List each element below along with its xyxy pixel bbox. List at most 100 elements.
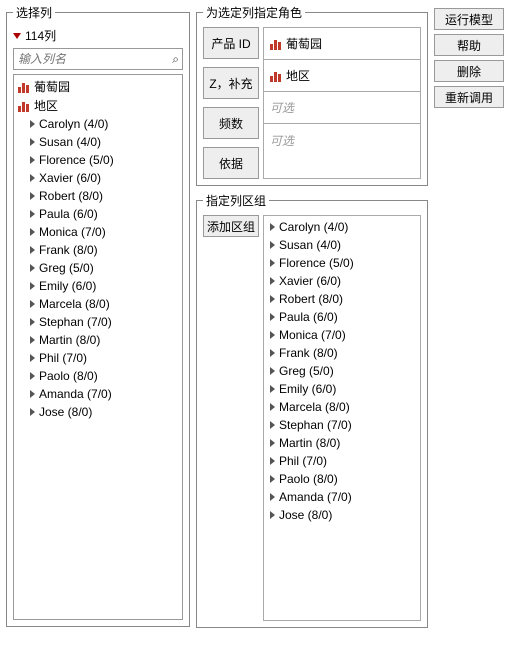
column-item[interactable]: Susan (4/0) xyxy=(16,133,180,151)
group-item-label: Greg (5/0) xyxy=(279,362,334,380)
group-item-label: Amanda (7/0) xyxy=(279,488,352,506)
expand-triangle-icon xyxy=(30,390,35,398)
group-item[interactable]: Carolyn (4/0) xyxy=(266,218,418,236)
group-item-label: Stephan (7/0) xyxy=(279,416,352,434)
expand-triangle-icon xyxy=(270,511,275,519)
column-item[interactable]: Xavier (6/0) xyxy=(16,169,180,187)
product-id-slot[interactable]: 葡萄园 xyxy=(264,28,420,60)
expand-triangle-icon xyxy=(270,259,275,267)
by-slot[interactable]: 可选 xyxy=(264,124,420,156)
column-count-dropdown[interactable]: 114列 xyxy=(13,27,183,44)
z-supplement-slot[interactable]: 地区 xyxy=(264,60,420,92)
column-item-label: Martin (8/0) xyxy=(39,331,100,349)
column-item[interactable]: Frank (8/0) xyxy=(16,241,180,259)
group-item-label: Martin (8/0) xyxy=(279,434,340,452)
column-item[interactable]: Jose (8/0) xyxy=(16,403,180,421)
column-item[interactable]: Emily (6/0) xyxy=(16,277,180,295)
column-item-label: Paolo (8/0) xyxy=(39,367,98,385)
bar-chart-icon xyxy=(270,38,282,50)
column-item-label: Greg (5/0) xyxy=(39,259,94,277)
group-item[interactable]: Stephan (7/0) xyxy=(266,416,418,434)
by-button[interactable]: 依据 xyxy=(203,147,259,179)
group-item[interactable]: Monica (7/0) xyxy=(266,326,418,344)
column-item[interactable]: Stephan (7/0) xyxy=(16,313,180,331)
column-item-label: Susan (4/0) xyxy=(39,133,101,151)
z-supplement-button[interactable]: Z，补充 xyxy=(203,67,259,99)
select-columns-panel: 选择列 114列 ⌕ 葡萄园地区Carolyn (4/0)Susan (4/0)… xyxy=(6,4,190,627)
expand-triangle-icon xyxy=(30,210,35,218)
delete-button[interactable]: 删除 xyxy=(434,60,504,82)
group-item-label: Paula (6/0) xyxy=(279,308,338,326)
group-item-label: Phil (7/0) xyxy=(279,452,327,470)
column-item[interactable]: Paolo (8/0) xyxy=(16,367,180,385)
group-item[interactable]: Paolo (8/0) xyxy=(266,470,418,488)
column-group-label: 地区 xyxy=(34,97,58,114)
frequency-button[interactable]: 频数 xyxy=(203,107,259,139)
expand-triangle-icon xyxy=(270,277,275,285)
column-item[interactable]: Greg (5/0) xyxy=(16,259,180,277)
column-item[interactable]: Carolyn (4/0) xyxy=(16,115,180,133)
group-item[interactable]: Amanda (7/0) xyxy=(266,488,418,506)
column-item[interactable]: Marcela (8/0) xyxy=(16,295,180,313)
column-item[interactable]: Paula (6/0) xyxy=(16,205,180,223)
group-item[interactable]: Greg (5/0) xyxy=(266,362,418,380)
run-model-button[interactable]: 运行模型 xyxy=(434,8,504,30)
group-item[interactable]: Frank (8/0) xyxy=(266,344,418,362)
expand-triangle-icon xyxy=(30,282,35,290)
search-input[interactable] xyxy=(13,48,183,70)
column-item-label: Jose (8/0) xyxy=(39,403,92,421)
roles-title: 为选定列指定角色 xyxy=(203,4,305,21)
group-item-label: Susan (4/0) xyxy=(279,236,341,254)
expand-triangle-icon xyxy=(270,403,275,411)
group-panel: 指定列区组 添加区组 Carolyn (4/0)Susan (4/0)Flore… xyxy=(196,192,428,628)
column-group-header[interactable]: 葡萄园 xyxy=(16,77,180,96)
group-item-label: Robert (8/0) xyxy=(279,290,343,308)
group-item-label: Paolo (8/0) xyxy=(279,470,338,488)
column-item[interactable]: Robert (8/0) xyxy=(16,187,180,205)
column-item[interactable]: Florence (5/0) xyxy=(16,151,180,169)
column-group-header[interactable]: 地区 xyxy=(16,96,180,115)
group-item[interactable]: Susan (4/0) xyxy=(266,236,418,254)
group-item[interactable]: Paula (6/0) xyxy=(266,308,418,326)
column-item-label: Carolyn (4/0) xyxy=(39,115,108,133)
group-item-label: Emily (6/0) xyxy=(279,380,336,398)
frequency-slot[interactable]: 可选 xyxy=(264,92,420,124)
group-list[interactable]: Carolyn (4/0)Susan (4/0)Florence (5/0)Xa… xyxy=(263,215,421,621)
add-group-button[interactable]: 添加区组 xyxy=(203,215,259,237)
column-item[interactable]: Martin (8/0) xyxy=(16,331,180,349)
roles-panel: 为选定列指定角色 产品 ID Z，补充 频数 依据 葡萄园 地区 xyxy=(196,4,428,186)
column-item[interactable]: Amanda (7/0) xyxy=(16,385,180,403)
column-item[interactable]: Phil (7/0) xyxy=(16,349,180,367)
expand-triangle-icon xyxy=(30,318,35,326)
select-columns-title: 选择列 xyxy=(13,4,55,21)
expand-triangle-icon xyxy=(270,331,275,339)
column-group-label: 葡萄园 xyxy=(34,78,70,95)
help-button[interactable]: 帮助 xyxy=(434,34,504,56)
expand-triangle-icon xyxy=(270,349,275,357)
recall-button[interactable]: 重新调用 xyxy=(434,86,504,108)
product-id-button[interactable]: 产品 ID xyxy=(203,27,259,59)
group-item[interactable]: Marcela (8/0) xyxy=(266,398,418,416)
group-item-label: Jose (8/0) xyxy=(279,506,332,524)
expand-triangle-icon xyxy=(270,385,275,393)
group-item-label: Frank (8/0) xyxy=(279,344,338,362)
group-item[interactable]: Robert (8/0) xyxy=(266,290,418,308)
expand-triangle-icon xyxy=(270,295,275,303)
expand-triangle-icon xyxy=(30,372,35,380)
group-item-label: Monica (7/0) xyxy=(279,326,346,344)
column-list[interactable]: 葡萄园地区Carolyn (4/0)Susan (4/0)Florence (5… xyxy=(13,74,183,620)
group-item[interactable]: Jose (8/0) xyxy=(266,506,418,524)
group-item[interactable]: Martin (8/0) xyxy=(266,434,418,452)
expand-triangle-icon xyxy=(270,475,275,483)
group-item[interactable]: Emily (6/0) xyxy=(266,380,418,398)
expand-triangle-icon xyxy=(30,408,35,416)
group-item-label: Xavier (6/0) xyxy=(279,272,341,290)
expand-triangle-icon xyxy=(270,367,275,375)
expand-triangle-icon xyxy=(30,300,35,308)
group-item[interactable]: Xavier (6/0) xyxy=(266,272,418,290)
column-item-label: Robert (8/0) xyxy=(39,187,103,205)
expand-triangle-icon xyxy=(270,241,275,249)
group-item[interactable]: Florence (5/0) xyxy=(266,254,418,272)
group-item[interactable]: Phil (7/0) xyxy=(266,452,418,470)
column-item[interactable]: Monica (7/0) xyxy=(16,223,180,241)
